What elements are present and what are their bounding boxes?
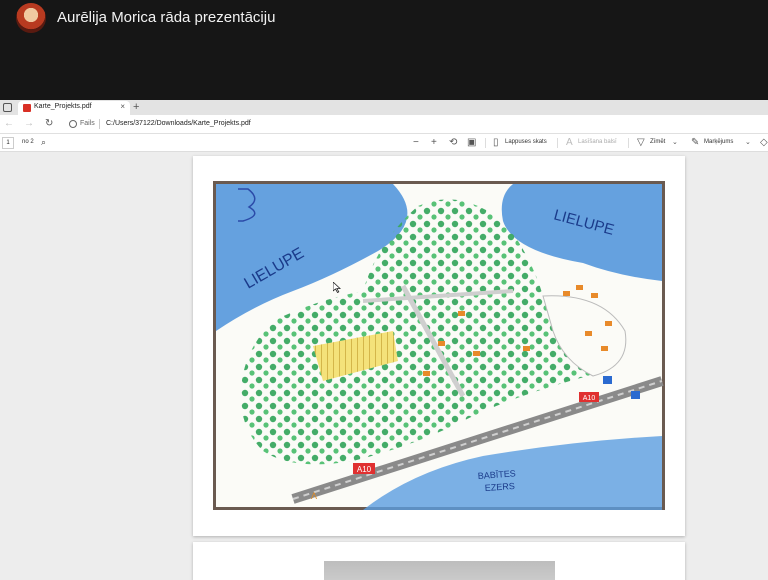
read-aloud-icon: A	[566, 137, 573, 148]
pdf-page-1: A10 A10 LIELUPE LIELUPE BABĪTES EZERS Λ	[193, 156, 685, 536]
forward-icon[interactable]: →	[24, 118, 34, 130]
highlight-icon[interactable]: ✎	[691, 137, 699, 148]
pdf-page-2	[193, 542, 685, 580]
search-icon[interactable]: ⌕	[41, 137, 46, 148]
draw-icon[interactable]: ▽	[637, 137, 645, 148]
highlight-button[interactable]: Marķējums	[704, 139, 733, 145]
page-view-icon[interactable]: ▯	[493, 137, 499, 148]
pdf-viewer[interactable]: A10 A10 LIELUPE LIELUPE BABĪTES EZERS Λ	[0, 152, 768, 580]
map-label-lake-line2: EZERS	[484, 481, 515, 493]
page-number-input[interactable]: 1	[2, 137, 14, 149]
toolbar-divider	[485, 138, 486, 148]
screen-share-bar: Aurēlija Morica rāda prezentāciju	[0, 0, 768, 100]
url-field[interactable]: Fails C:/Users/37122/Downloads/Karte_Pro…	[66, 117, 766, 132]
info-sign	[631, 391, 640, 399]
toolbar-divider	[628, 138, 629, 148]
page-view-button[interactable]: Lappuses skats	[505, 139, 547, 145]
eraser-icon[interactable]: ◇	[760, 137, 768, 148]
tab-title: Karte_Projekts.pdf	[34, 103, 92, 110]
hand-drawn-map: A10 A10 LIELUPE LIELUPE BABĪTES EZERS Λ	[213, 181, 665, 510]
fit-page-icon[interactable]: ▣	[467, 137, 476, 148]
info-sign	[603, 376, 612, 384]
url-divider	[99, 119, 100, 129]
tab-karte-projekts[interactable]: Karte_Projekts.pdf ×	[18, 101, 130, 115]
new-tab-button[interactable]: +	[133, 100, 139, 114]
zoom-out-icon[interactable]: −	[413, 137, 419, 148]
tab-close-icon[interactable]: ×	[120, 102, 125, 111]
mouse-cursor-icon	[333, 282, 341, 293]
toolbar-divider	[557, 138, 558, 148]
browser-window: Karte_Projekts.pdf × + ← → ↻ Fails C:/Us…	[0, 100, 768, 580]
page-total: no 2	[22, 139, 34, 145]
pdf-toolbar: 1 no 2 ⌕ − + ⟲ ▣ ▯ Lappuses skats A Lasī…	[0, 134, 768, 152]
chevron-down-icon[interactable]: ⌄	[672, 137, 678, 148]
page-2-image	[324, 561, 555, 580]
draw-button[interactable]: Zīmēt	[650, 139, 665, 145]
road-sign-label: A10	[583, 395, 596, 402]
reload-icon[interactable]: ↻	[45, 118, 53, 130]
info-icon[interactable]	[69, 120, 77, 128]
url-scheme-label: Fails	[80, 120, 95, 127]
back-icon[interactable]: ←	[4, 118, 14, 130]
zoom-in-icon[interactable]: +	[431, 137, 437, 148]
presenter-avatar	[16, 3, 46, 33]
url-text: C:/Users/37122/Downloads/Karte_Projekts.…	[106, 120, 251, 127]
rotate-icon[interactable]: ⟲	[449, 137, 457, 148]
read-aloud-button: Lasīšana balsī	[578, 139, 617, 145]
address-bar: ← → ↻ Fails C:/Users/37122/Downloads/Kar…	[0, 115, 768, 134]
tab-strip: Karte_Projekts.pdf × +	[0, 100, 768, 115]
presenter-title: Aurēlija Morica rāda prezentāciju	[57, 9, 276, 26]
map-marker: Λ	[311, 491, 317, 501]
sidebar-toggle-icon[interactable]	[3, 103, 12, 112]
pdf-icon	[23, 104, 31, 112]
chevron-down-icon[interactable]: ⌄	[745, 137, 751, 148]
road-sign-label: A10	[357, 465, 372, 474]
